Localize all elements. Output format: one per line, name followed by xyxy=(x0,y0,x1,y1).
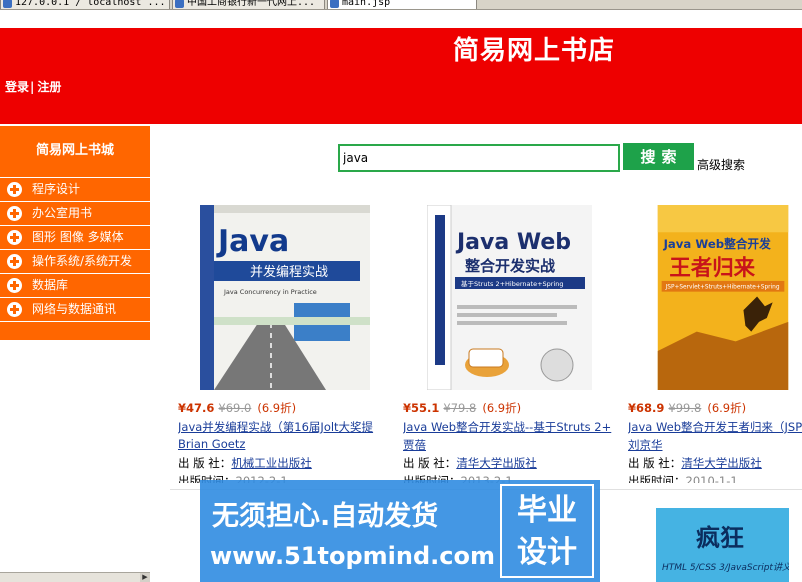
price-line: ¥55.1 ¥79.8 (6.9折) xyxy=(403,400,521,416)
book-title-link[interactable]: Java Web整合开发王者归来（JSP+ xyxy=(628,419,802,435)
cover-subtitle: 王者归来 xyxy=(669,256,755,281)
sidebar-item-label: 操作系统/系统开发 xyxy=(32,254,133,268)
book-cover[interactable]: Java 并发编程实战 Java Concurrency in Practice xyxy=(200,205,370,390)
plus-circle-icon xyxy=(7,206,22,221)
browser-tab[interactable]: 127.0.0.1 / localhost ... xyxy=(0,0,170,9)
publisher-label: 出 版 社： xyxy=(628,456,682,470)
page-icon xyxy=(330,0,339,8)
search-input[interactable] xyxy=(338,144,620,172)
publisher-line: 出 版 社：清华大学出版社 xyxy=(628,455,762,471)
scroll-right-arrow-icon[interactable]: ▶ xyxy=(140,573,150,582)
cover-subtitle: HTML 5/CSS 3/JavaScript讲义 xyxy=(662,562,789,573)
publisher-line: 出 版 社：清华大学出版社 xyxy=(403,455,537,471)
auth-links: 登录| 注册 xyxy=(5,78,61,95)
watermark-slogan: 无须担心.自动发货 xyxy=(212,501,439,532)
site-header: 简易网上书店 登录| 注册 xyxy=(0,28,802,124)
pub-date-line: 出版时间：2010-1-1 xyxy=(628,473,738,483)
publisher-label: 出 版 社： xyxy=(178,456,232,470)
sidebar-item-graphics[interactable]: 图形 图像 多媒体 xyxy=(0,226,150,250)
original-price: ¥69.0 xyxy=(218,401,252,415)
pub-date-value: 2010-1-1 xyxy=(685,474,738,483)
watermark-badge: 毕业 设计 xyxy=(500,484,594,578)
discount-badge: (6.9折) xyxy=(257,401,297,415)
watermark-banner: 无须担心.自动发货 www.51topmind.com 毕业 设计 xyxy=(200,480,600,582)
horizontal-scrollbar[interactable] xyxy=(0,572,150,582)
book-cover[interactable]: Java Web整合开发 王者归来 JSP+Servlet+Struts+Hib… xyxy=(656,205,790,390)
browser-tab-label: 中国工商银行新一代网上... xyxy=(187,0,316,8)
browser-tab[interactable]: 中国工商银行新一代网上... xyxy=(172,0,325,9)
publisher-line: 出 版 社：机械工业出版社 xyxy=(178,455,312,471)
advanced-search-link[interactable]: 高级搜索 xyxy=(697,156,745,173)
publisher-link[interactable]: 清华大学出版社 xyxy=(681,456,762,470)
sidebar-item-label: 网络与数据通讯 xyxy=(32,302,117,316)
book-card: Java 并发编程实战 Java Concurrency in Practice… xyxy=(178,205,392,483)
cover-title: Java Web整合开发 xyxy=(663,237,772,251)
sidebar-title: 简易网上书城 xyxy=(0,126,150,178)
sidebar-item-office[interactable]: 办公室用书 xyxy=(0,202,150,226)
cover-subtitle: 并发编程实战 xyxy=(250,264,328,280)
plus-circle-icon xyxy=(7,230,22,245)
publisher-link[interactable]: 清华大学出版社 xyxy=(456,456,537,470)
sidebar-item-database[interactable]: 数据库 xyxy=(0,274,150,298)
plus-circle-icon xyxy=(7,182,22,197)
book-author-link[interactable]: 刘京华 xyxy=(628,437,663,453)
cover-subtitle: 整合开发实战 xyxy=(465,257,555,275)
watermark-url: www.51topmind.com xyxy=(210,542,495,570)
sale-price: ¥55.1 xyxy=(403,401,440,415)
book-title-link[interactable]: Java Web整合开发实战--基于Struts 2+ xyxy=(403,419,611,435)
search-button[interactable]: 搜索 xyxy=(623,143,694,170)
discount-badge: (6.9折) xyxy=(482,401,522,415)
price-line: ¥68.9 ¥99.8 (6.9折) xyxy=(628,400,746,416)
sidebar-item-network[interactable]: 网络与数据通讯 xyxy=(0,298,150,322)
original-price: ¥99.8 xyxy=(668,401,702,415)
publisher-label: 出 版 社： xyxy=(403,456,457,470)
cover-english: JSP+Servlet+Struts+Hibernate+Spring xyxy=(665,285,780,291)
browser-tab-active[interactable]: main.jsp xyxy=(327,0,477,9)
category-sidebar: 简易网上书城 程序设计 办公室用书 图形 图像 多媒体 操作系统/系统开发 数据… xyxy=(0,126,150,340)
publisher-link[interactable]: 机械工业出版社 xyxy=(231,456,312,470)
pub-date-label: 出版时间： xyxy=(628,474,686,483)
cover-english: 基于Struts 2+Hibernate+Spring xyxy=(461,279,564,288)
original-price: ¥79.8 xyxy=(443,401,477,415)
book-card: Java Web 整合开发实战 基于Struts 2+Hibernate+Spr… xyxy=(403,205,617,483)
sale-price: ¥47.6 xyxy=(178,401,215,415)
page-icon xyxy=(3,0,12,8)
sidebar-item-programming[interactable]: 程序设计 xyxy=(0,178,150,202)
book-author-link[interactable]: Brian Goetz xyxy=(178,437,245,451)
cover-title: 疯狂 xyxy=(696,523,744,552)
book-author-link[interactable]: 贾蓓 xyxy=(403,437,426,453)
cover-english: Java Concurrency in Practice xyxy=(223,288,317,296)
sidebar-item-label: 数据库 xyxy=(32,278,69,292)
browser-tab-strip: 127.0.0.1 / localhost ... 中国工商银行新一代网上...… xyxy=(0,0,802,10)
book-card: Java Web整合开发 王者归来 JSP+Servlet+Struts+Hib… xyxy=(628,205,802,483)
auth-separator: | xyxy=(30,80,35,94)
plus-circle-icon xyxy=(7,278,22,293)
price-line: ¥47.6 ¥69.0 (6.9折) xyxy=(178,400,296,416)
cover-title: Java Web xyxy=(455,230,571,255)
sidebar-item-label: 办公室用书 xyxy=(32,206,93,220)
watermark-badge-line: 设计 xyxy=(517,535,577,570)
sidebar-item-label: 图形 图像 多媒体 xyxy=(32,230,124,244)
browser-tab-label: main.jsp xyxy=(342,0,391,8)
sidebar-item-os[interactable]: 操作系统/系统开发 xyxy=(0,250,150,274)
book-title-link[interactable]: Java并发编程实战（第16届Jolt大奖提 xyxy=(178,419,373,435)
plus-circle-icon xyxy=(7,302,22,317)
login-link[interactable]: 登录 xyxy=(5,80,29,94)
site-title: 简易网上书店 xyxy=(453,36,616,66)
watermark-badge-line: 毕业 xyxy=(517,493,577,528)
sale-price: ¥68.9 xyxy=(628,401,665,415)
sidebar-item-label: 程序设计 xyxy=(32,182,81,196)
book-cover[interactable]: Java Web 整合开发实战 基于Struts 2+Hibernate+Spr… xyxy=(427,205,592,390)
book-cover[interactable]: 疯狂 HTML 5/CSS 3/JavaScript讲义 xyxy=(656,508,789,582)
browser-tab-label: 127.0.0.1 / localhost ... xyxy=(15,0,166,8)
register-link[interactable]: 注册 xyxy=(37,80,61,94)
discount-badge: (6.9折) xyxy=(707,401,747,415)
cover-title: Java xyxy=(216,224,289,259)
plus-circle-icon xyxy=(7,254,22,269)
page-icon xyxy=(175,0,184,8)
